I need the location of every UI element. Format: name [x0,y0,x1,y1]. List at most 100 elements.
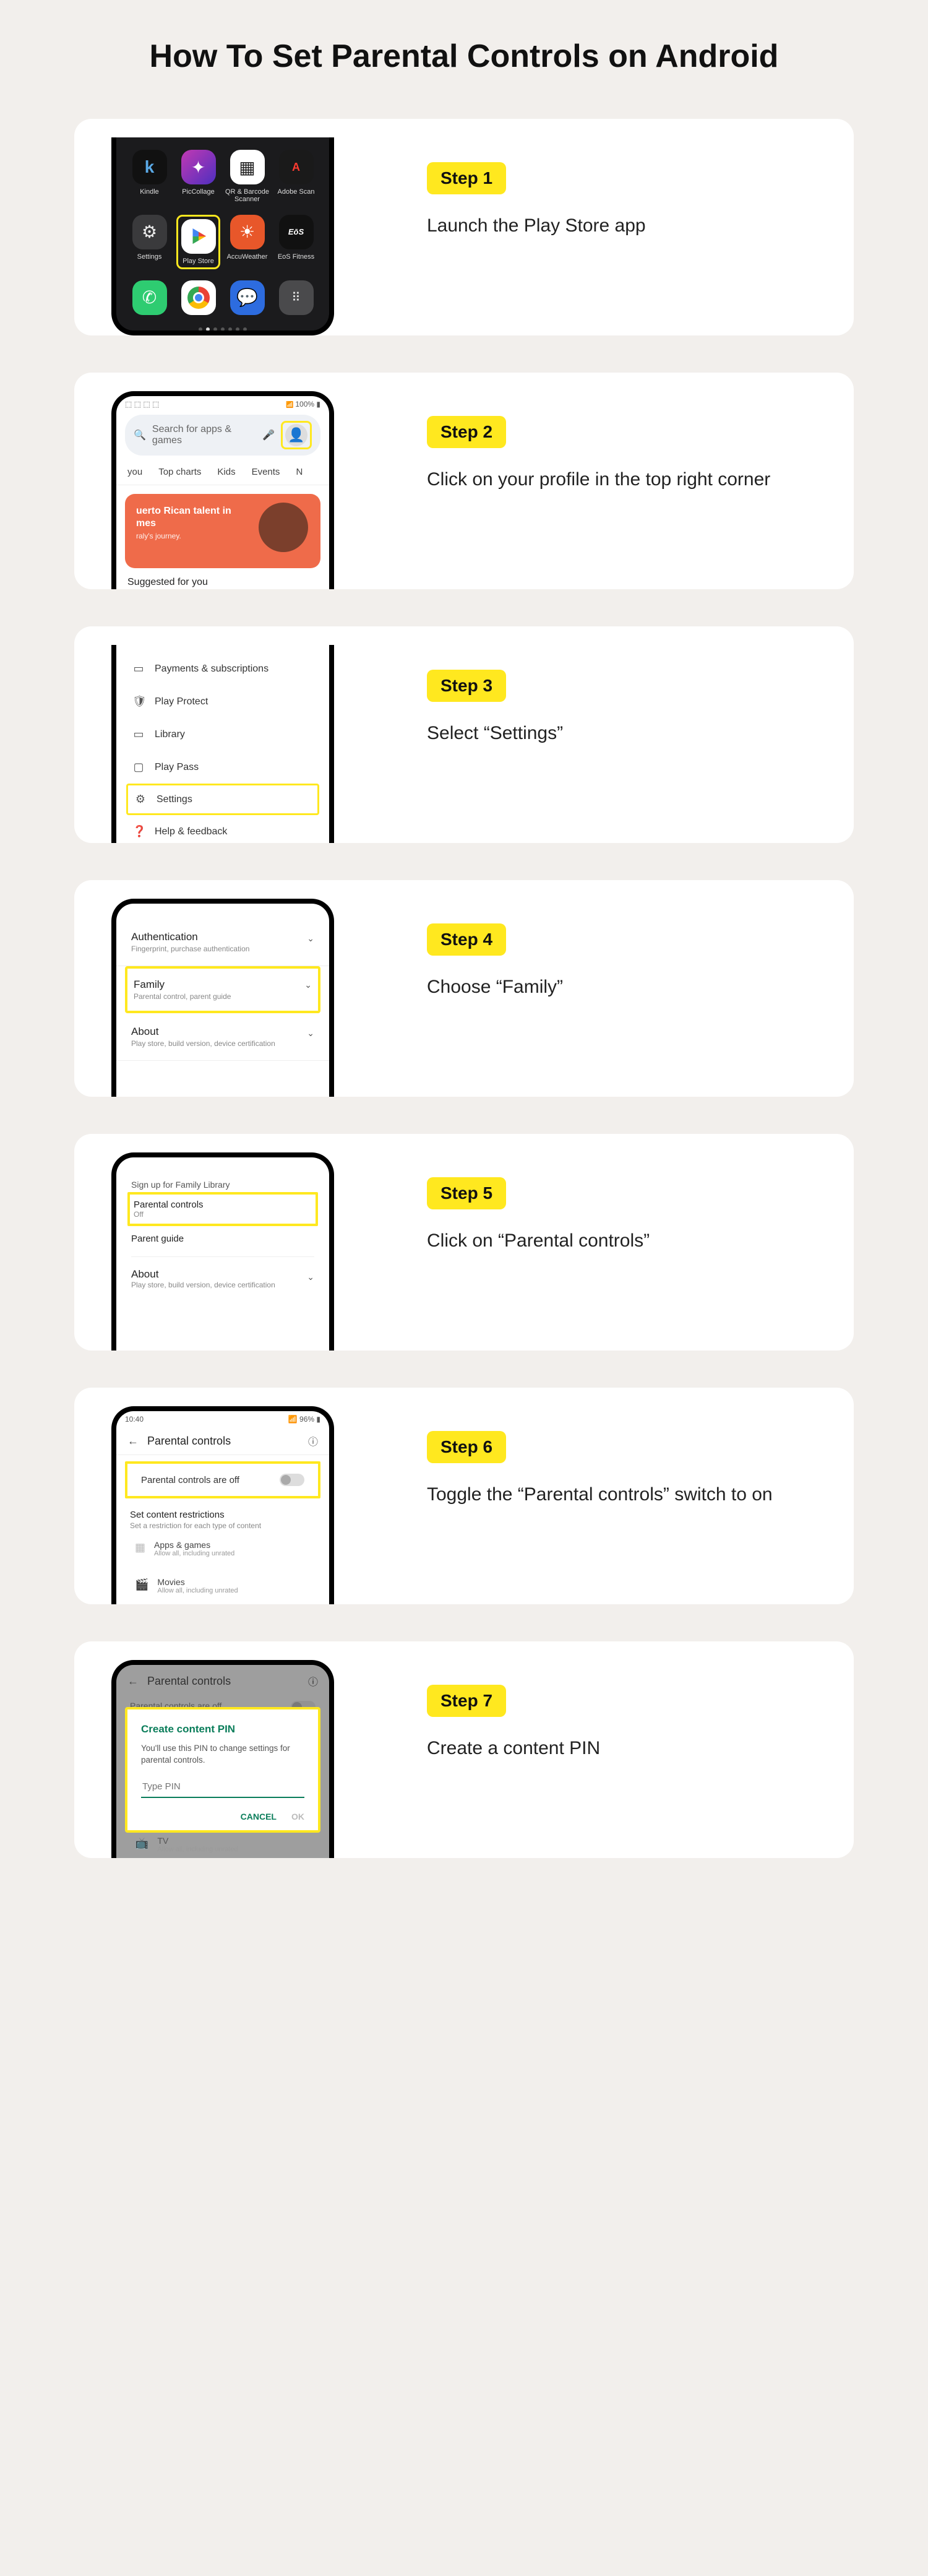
step-badge: Step 7 [427,1685,506,1717]
search-bar[interactable]: 🔍 Search for apps & games 🎤 👤 [125,415,320,456]
toggle-switch[interactable] [280,1474,304,1486]
status-bar: ⬚ ⬚ ⬚ ⬚📶 100% ▮ [116,396,329,410]
phone-mock-step2: ⬚ ⬚ ⬚ ⬚📶 100% ▮ 🔍 Search for apps & game… [111,391,334,589]
step-description: Click on your profile in the top right c… [427,467,810,493]
step-text: Step 1 Launch the Play Store app [427,137,810,239]
app-play-store[interactable]: Play Store [176,215,220,269]
phone-mock-step6: 10:40📶 96% ▮ ← Parental controls ⓘ Paren… [111,1406,334,1604]
create-pin-dialog: Create content PIN You'll use this PIN t… [125,1707,320,1833]
step-badge: Step 3 [427,670,506,702]
step-description: Toggle the “Parental controls” switch to… [427,1482,810,1508]
app-phone[interactable]: ✆ [127,280,171,319]
app-messages[interactable]: 💬 [225,280,269,319]
phone-mock-step5: Sign up for Family Library Parental cont… [111,1152,334,1351]
chevron-down-icon: ⌄ [307,933,314,944]
page-title: How To Set Parental Controls on Android [74,37,854,76]
step-card-7: ←Parental controlsⓘ Parental controls ar… [74,1641,854,1858]
step-card-5: Sign up for Family Library Parental cont… [74,1134,854,1351]
step-card-6: 10:40📶 96% ▮ ← Parental controls ⓘ Paren… [74,1388,854,1604]
banner-face-image [259,503,308,552]
step-description: Launch the Play Store app [427,213,810,239]
step-badge: Step 6 [427,1431,506,1463]
menu-item-play-protect[interactable]: 🛡Play Protect [116,685,329,718]
tab-more[interactable]: N [296,467,303,477]
settings-section-about[interactable]: About Play store, build version, device … [116,1013,329,1061]
menu-item-settings[interactable]: ⚙Settings [126,784,319,815]
family-library-signup[interactable]: Sign up for Family Library [116,1169,329,1192]
app-settings[interactable]: ⚙Settings [127,215,171,269]
mic-icon[interactable]: 🎤 [262,429,275,441]
app-kindle[interactable]: kKindle [127,150,171,203]
help-icon[interactable]: ⓘ [308,1433,318,1448]
phone-mock-step7: ←Parental controlsⓘ Parental controls ar… [111,1660,334,1858]
app-eos-fitness[interactable]: EōSEoS Fitness [274,215,318,269]
app-qr-scanner[interactable]: ▦QR & Barcode Scanner [225,150,269,203]
phone-mock-step1: kKindle ✦PicCollage ▦QR & Barcode Scanne… [111,137,334,335]
chevron-down-icon: ⌄ [307,1272,314,1282]
step-badge: Step 2 [427,416,506,448]
app-chrome[interactable] [176,280,220,319]
step-description: Select “Settings” [427,720,810,746]
step-card-1: kKindle ✦PicCollage ▦QR & Barcode Scanne… [74,119,854,335]
menu-item-play-pass[interactable]: ▢Play Pass [116,751,329,784]
toggle-label: Parental controls are off [141,1475,239,1485]
play-store-icon [187,225,210,248]
menu-list: ▭Payments & subscriptions 🛡Play Protect … [116,645,329,843]
gear-icon: ⚙ [134,793,147,806]
app-bar: ← Parental controls ⓘ [116,1425,329,1455]
dialog-title: Create content PIN [141,1723,304,1735]
app-accuweather[interactable]: ☀AccuWeather [225,215,269,269]
tv-icon: 📺 [135,1837,148,1850]
library-icon: ▭ [132,728,145,741]
chevron-down-icon: ⌄ [304,980,312,990]
step-badge: Step 1 [427,162,506,194]
shield-icon: 🛡 [132,695,145,708]
tab-kids[interactable]: Kids [217,467,235,477]
profile-avatar-highlight: 👤 [281,421,312,449]
pin-input[interactable] [141,1778,304,1798]
search-placeholder: Search for apps & games [152,424,256,446]
settings-section-authentication[interactable]: Authentication Fingerprint, purchase aut… [116,918,329,966]
status-bar: 10:40📶 96% ▮ [116,1411,329,1425]
menu-item-library[interactable]: ▭Library [116,718,329,751]
ok-button[interactable]: OK [291,1812,304,1822]
play-pass-icon: ▢ [132,761,145,774]
search-icon: 🔍 [134,429,146,441]
screen-title: Parental controls [147,1435,299,1448]
phone-mock-step3: ▭Payments & subscriptions 🛡Play Protect … [111,645,334,843]
menu-item-payments[interactable]: ▭Payments & subscriptions [116,652,329,685]
row-about[interactable]: About Play store, build version, device … [116,1257,329,1300]
tab-for-you[interactable]: you [127,467,142,477]
android-navbar: ≡ ◯ ⟨ [116,334,329,336]
tab-events[interactable]: Events [252,467,280,477]
card-icon: ▭ [132,662,145,675]
back-arrow-icon[interactable]: ← [127,1435,139,1448]
app-drawer[interactable]: ⠿ [274,280,318,319]
menu-item-help[interactable]: ❓Help & feedback [116,815,329,843]
step-description: Click on “Parental controls” [427,1228,810,1254]
step-card-3: ▭Payments & subscriptions 🛡Play Protect … [74,626,854,843]
app-adobe-scan[interactable]: AAdobe Scan [274,150,318,203]
app-piccollage[interactable]: ✦PicCollage [176,150,220,203]
movies-icon: 🎬 [135,1578,148,1591]
cancel-button[interactable]: CANCEL [241,1812,277,1822]
tabs-row: you Top charts Kids Events N [116,460,329,485]
apps-icon: ▦ [135,1541,145,1554]
chevron-down-icon: ⌄ [307,1028,314,1039]
step-card-2: ⬚ ⬚ ⬚ ⬚📶 100% ▮ 🔍 Search for apps & game… [74,373,854,589]
suggested-heading: Suggested for you [116,577,329,588]
row-parental-controls[interactable]: Parental controls Off [127,1192,318,1226]
settings-section-family[interactable]: Family Parental control, parent guide ⌄ [125,966,320,1013]
parental-controls-toggle-row[interactable]: Parental controls are off [125,1461,320,1498]
step-card-4: Authentication Fingerprint, purchase aut… [74,880,854,1097]
phone-mock-step4: Authentication Fingerprint, purchase aut… [111,899,334,1097]
row-parent-guide[interactable]: Parent guide [116,1226,329,1251]
promo-banner[interactable]: uerto Rican talent in mes raly's journey… [125,494,320,568]
help-icon: ❓ [132,825,145,838]
category-apps-games[interactable]: ▦ Apps & gamesAllow all, including unrat… [116,1530,329,1567]
step-description: Create a content PIN [427,1735,810,1761]
profile-avatar[interactable]: 👤 [285,424,307,446]
category-movies[interactable]: 🎬 MoviesAllow all, including unrated [116,1567,329,1604]
section-header: Set content restrictions Set a restricti… [116,1498,329,1530]
tab-top-charts[interactable]: Top charts [158,467,201,477]
